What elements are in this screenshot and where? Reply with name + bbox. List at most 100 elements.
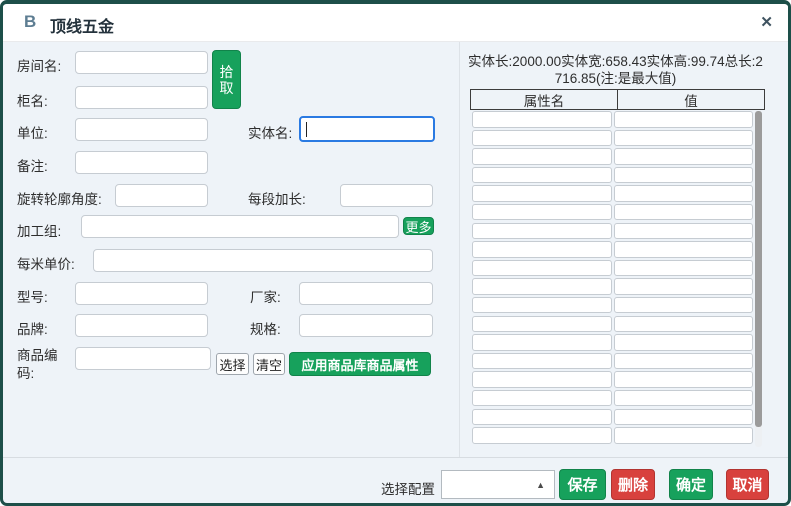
attr-name-cell[interactable] — [472, 409, 612, 426]
table-row[interactable] — [472, 167, 753, 184]
more-button[interactable]: 更多 — [403, 217, 434, 235]
attr-value-cell[interactable] — [614, 167, 753, 184]
product-code-input[interactable] — [75, 347, 211, 370]
attr-name-cell[interactable] — [472, 185, 612, 202]
ok-button[interactable]: 确定 — [669, 469, 713, 500]
delete-button[interactable]: 删除 — [611, 469, 655, 500]
select-button[interactable]: 选择 — [216, 353, 249, 375]
factory-input[interactable] — [299, 282, 433, 305]
cancel-button[interactable]: 取消 — [726, 469, 769, 500]
attr-value-cell[interactable] — [614, 223, 753, 240]
remark-label: 备注: — [17, 155, 48, 175]
scrollbar-thumb[interactable] — [755, 111, 762, 427]
table-row[interactable] — [472, 409, 753, 426]
attr-value-cell[interactable] — [614, 204, 753, 221]
attr-value-cell[interactable] — [614, 297, 753, 314]
attr-value-cell[interactable] — [614, 260, 753, 277]
attr-name-cell[interactable] — [472, 111, 612, 128]
attr-value-cell[interactable] — [614, 353, 753, 370]
attr-name-cell[interactable] — [472, 204, 612, 221]
attr-name-cell[interactable] — [472, 278, 612, 295]
attr-name-cell[interactable] — [472, 334, 612, 351]
table-row[interactable] — [472, 204, 753, 221]
footer-divider — [3, 457, 788, 458]
config-select-dropdown[interactable]: ▲ — [441, 470, 555, 499]
brand-input[interactable] — [75, 314, 208, 337]
attr-value-cell[interactable] — [614, 111, 753, 128]
table-row[interactable] — [472, 130, 753, 147]
attr-value-cell[interactable] — [614, 130, 753, 147]
attr-name-cell[interactable] — [472, 371, 612, 388]
panel-divider — [459, 42, 460, 457]
table-scrollbar[interactable] — [755, 111, 762, 447]
spec-label: 规格: — [250, 318, 281, 338]
close-icon[interactable]: ✕ — [760, 13, 773, 31]
process-group-input[interactable] — [81, 215, 399, 238]
text-caret — [306, 122, 307, 137]
attr-value-cell[interactable] — [614, 185, 753, 202]
config-select-label: 选择配置 — [381, 478, 435, 498]
attr-name-cell[interactable] — [472, 130, 612, 147]
table-row[interactable] — [472, 241, 753, 258]
table-row[interactable] — [472, 334, 753, 351]
apply-product-attrs-button[interactable]: 应用商品库商品属性 — [289, 352, 431, 376]
attr-value-cell[interactable] — [614, 148, 753, 165]
room-name-label: 房间名: — [17, 55, 61, 75]
attr-name-header: 属性名 — [471, 90, 618, 109]
attr-value-cell[interactable] — [614, 390, 753, 407]
attr-value-cell[interactable] — [614, 409, 753, 426]
attr-name-cell[interactable] — [472, 316, 612, 333]
attr-value-cell[interactable] — [614, 334, 753, 351]
attr-name-cell[interactable] — [472, 390, 612, 407]
attr-value-cell[interactable] — [614, 278, 753, 295]
factory-label: 厂家: — [250, 286, 281, 306]
table-row[interactable] — [472, 371, 753, 388]
app-b-icon: B — [24, 12, 36, 32]
chevron-up-icon: ▲ — [536, 480, 545, 490]
table-row[interactable] — [472, 223, 753, 240]
table-row[interactable] — [472, 148, 753, 165]
table-row[interactable] — [472, 111, 753, 128]
rotate-angle-input[interactable] — [115, 184, 208, 207]
table-row[interactable] — [472, 278, 753, 295]
clear-button[interactable]: 清空 — [253, 353, 285, 375]
entity-name-input[interactable] — [299, 116, 435, 142]
unit-input[interactable] — [75, 118, 208, 141]
product-code-label: 商品编码: — [17, 347, 67, 383]
save-button[interactable]: 保存 — [559, 469, 606, 500]
attr-name-cell[interactable] — [472, 260, 612, 277]
table-row[interactable] — [472, 427, 753, 444]
attr-value-cell[interactable] — [614, 427, 753, 444]
remark-input[interactable] — [75, 151, 208, 174]
attr-name-cell[interactable] — [472, 297, 612, 314]
table-row[interactable] — [472, 390, 753, 407]
spec-input[interactable] — [299, 314, 433, 337]
price-per-meter-input[interactable] — [93, 249, 433, 272]
hardware-dialog: B 顶线五金 ✕ 房间名: 拾取 柜名: 单位: 实体名: 备注: 旋转轮廓角度… — [0, 0, 791, 506]
attr-name-cell[interactable] — [472, 223, 612, 240]
table-row[interactable] — [472, 316, 753, 333]
cabinet-name-input[interactable] — [75, 86, 208, 109]
attr-value-cell[interactable] — [614, 371, 753, 388]
title-bar: B 顶线五金 ✕ — [3, 4, 788, 42]
attr-value-cell[interactable] — [614, 241, 753, 258]
entity-dimensions-text: 实体长:2000.00实体宽:658.43实体高:99.74总长:2716.85… — [465, 53, 766, 87]
table-row[interactable] — [472, 297, 753, 314]
price-per-meter-label: 每米单价: — [17, 253, 75, 273]
page-title: 顶线五金 — [50, 13, 114, 37]
attr-name-cell[interactable] — [472, 241, 612, 258]
attr-name-cell[interactable] — [472, 427, 612, 444]
attr-value-cell[interactable] — [614, 316, 753, 333]
model-input[interactable] — [75, 282, 208, 305]
segment-extend-input[interactable] — [340, 184, 433, 207]
attr-name-cell[interactable] — [472, 353, 612, 370]
attribute-table-header: 属性名 值 — [470, 89, 765, 110]
table-row[interactable] — [472, 185, 753, 202]
table-row[interactable] — [472, 260, 753, 277]
entity-name-label: 实体名: — [248, 122, 292, 142]
attr-name-cell[interactable] — [472, 148, 612, 165]
attr-name-cell[interactable] — [472, 167, 612, 184]
pick-button[interactable]: 拾取 — [212, 50, 241, 109]
room-name-input[interactable] — [75, 51, 208, 74]
table-row[interactable] — [472, 353, 753, 370]
